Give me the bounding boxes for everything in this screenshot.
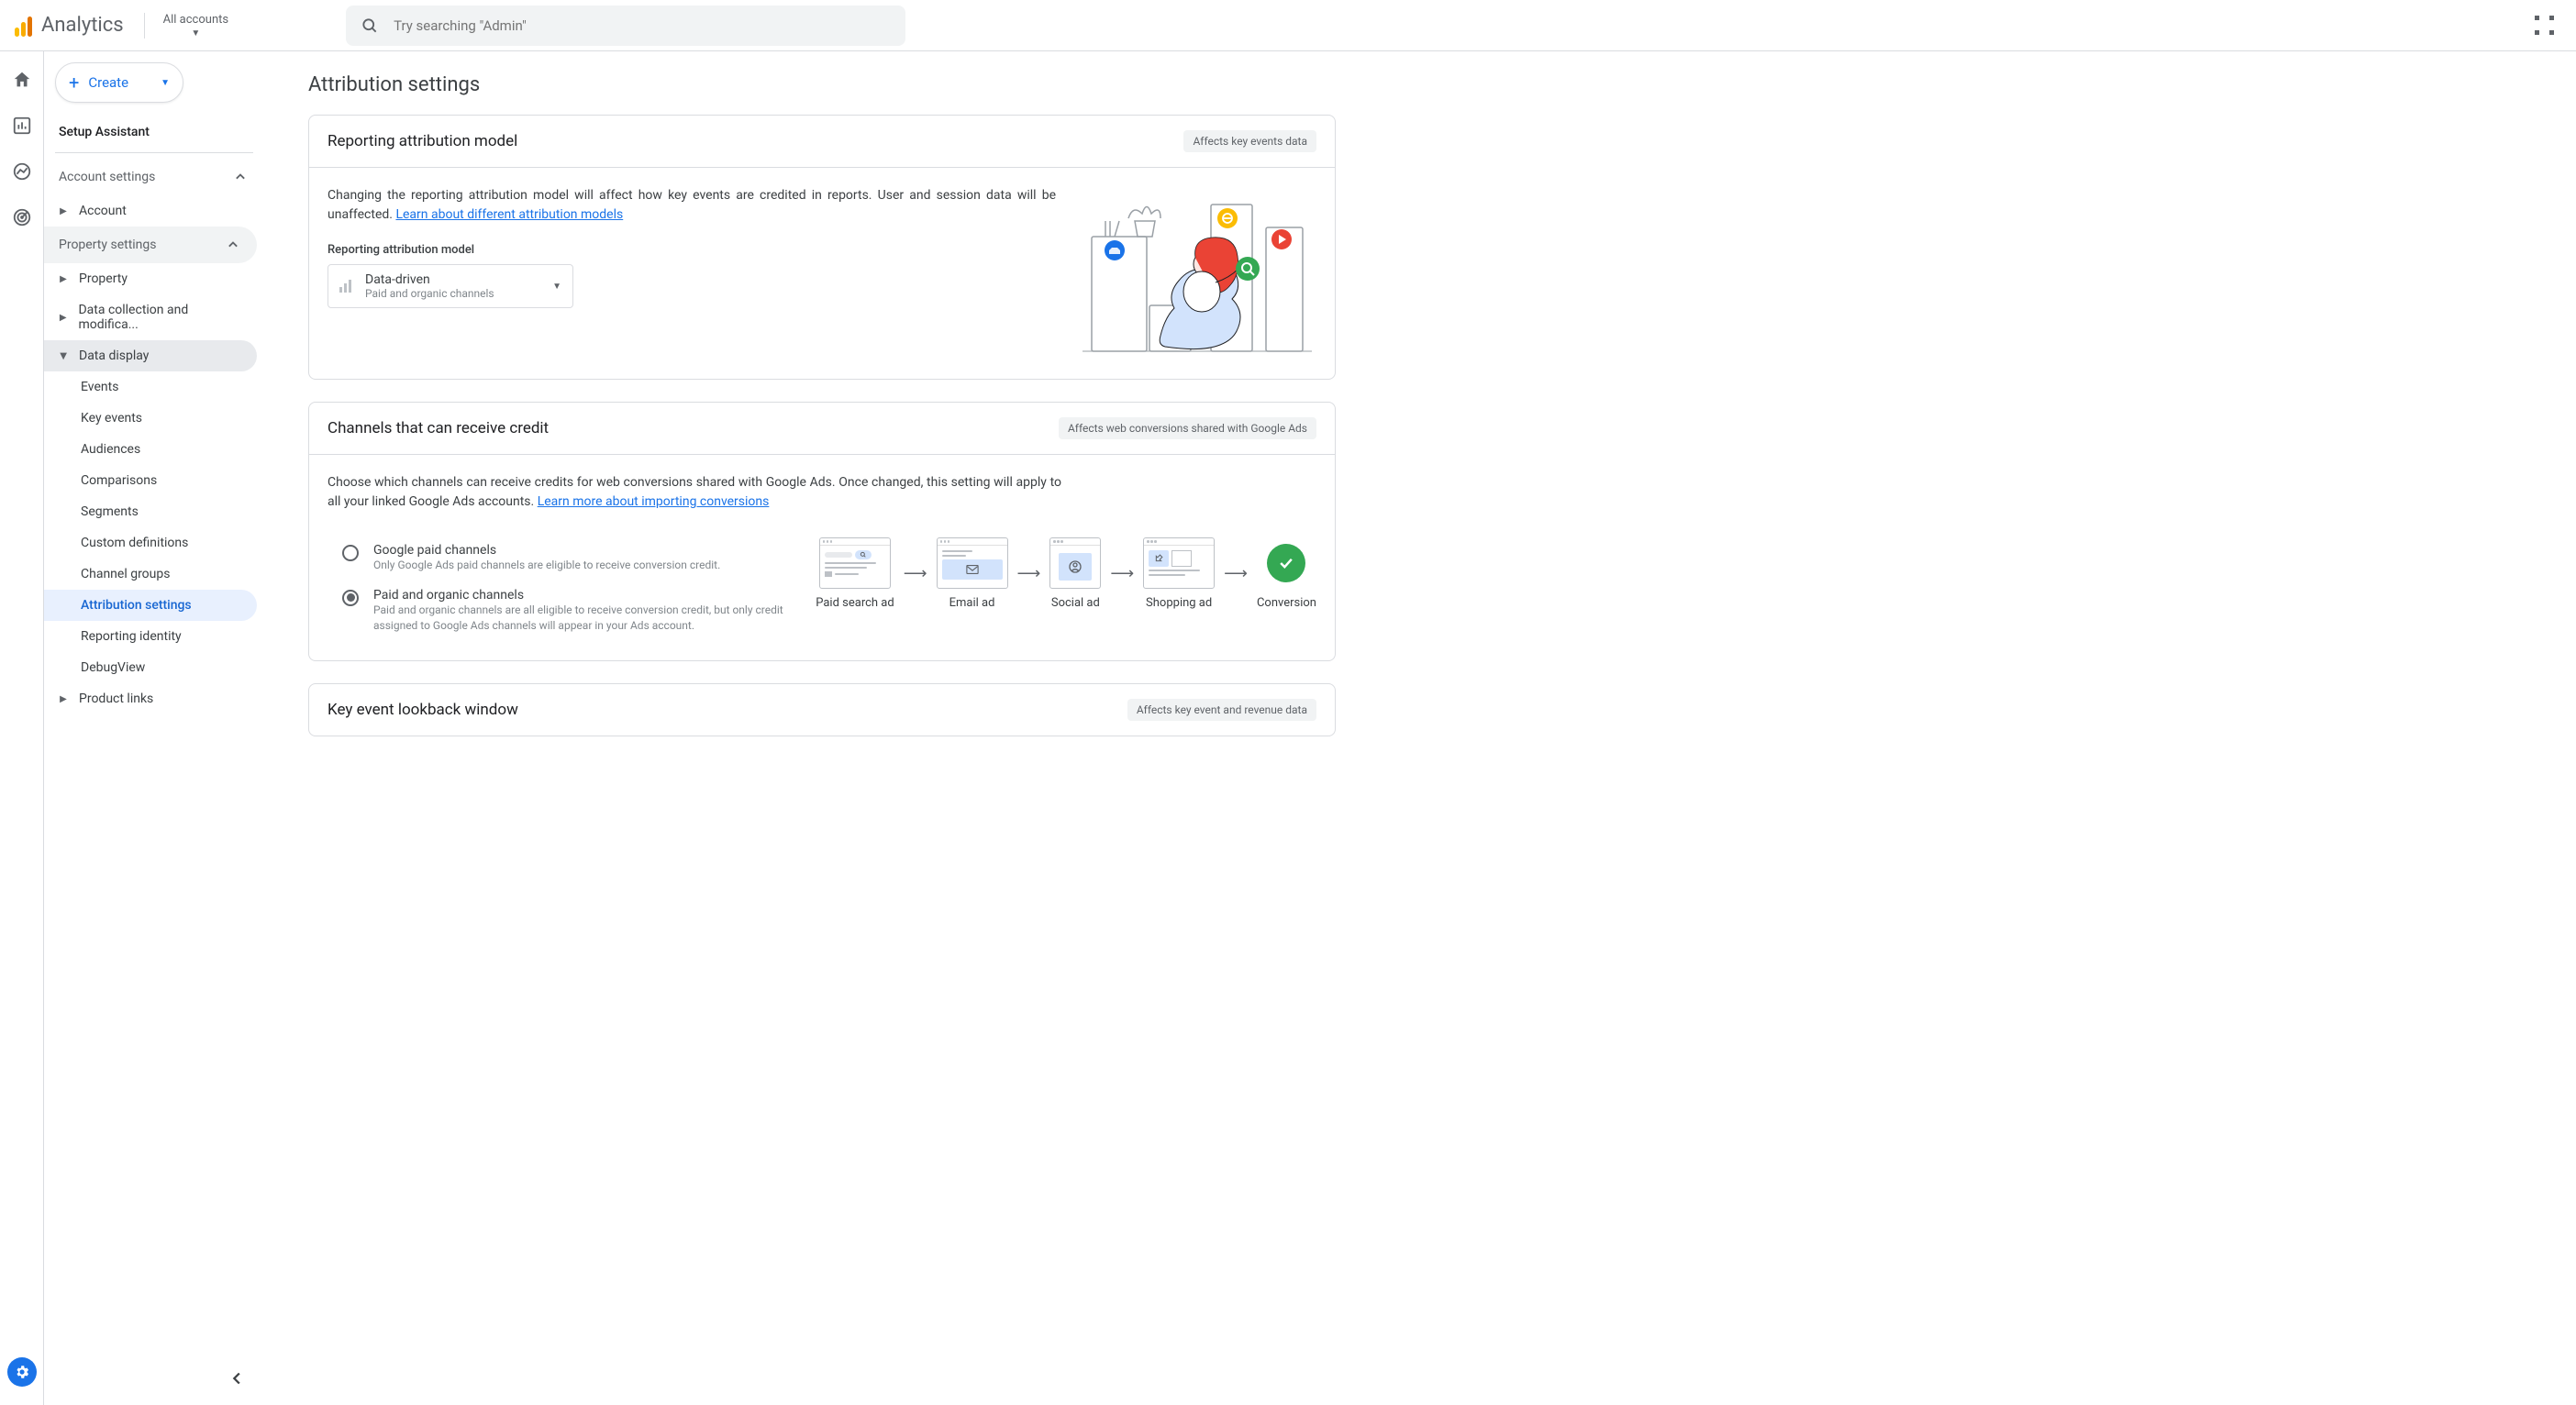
sidebar-section-account-settings[interactable]: Account settings [44,159,264,195]
plus-icon: + [69,72,79,94]
sidebar-item-product-links[interactable]: ▶ Product links [44,683,257,714]
sidebar-sub-comparisons[interactable]: Comparisons [44,465,257,496]
card-channels-credit: Channels that can receive credit Affects… [308,402,1336,661]
card-badge: Affects key event and revenue data [1127,699,1316,721]
gear-icon [14,1364,30,1380]
radio-icon [342,590,359,606]
card-description: Choose which channels can receive credit… [328,473,1061,512]
radio-paid-organic-channels[interactable]: Paid and organic channels Paid and organ… [328,582,788,643]
arrow-right-icon: ⟶ [904,564,927,583]
brand-name: Analytics [41,14,124,37]
bars-icon [339,280,356,293]
app-header: Analytics All accounts ▼ [0,0,2576,51]
flow-label: Conversion [1257,596,1316,610]
search-input[interactable] [394,17,891,34]
sidebar-item-label: Product links [79,691,153,706]
apps-button[interactable] [2527,8,2561,42]
chevron-up-icon [224,236,242,254]
sidebar-sub-debugview[interactable]: DebugView [44,652,257,683]
arrow-right-icon: ⟶ [1110,564,1134,583]
sidebar-item-property[interactable]: ▶ Property [44,263,257,294]
card-key-event-lookback: Key event lookback window Affects key ev… [308,683,1336,736]
arrow-right-icon: ⟶ [1017,564,1041,583]
conversion-flow-diagram: Paid search ad ⟶ Email ad [816,537,1316,610]
card-badge: Affects web conversions shared with Goog… [1059,417,1316,439]
attribution-model-dropdown[interactable]: Data-driven Paid and organic channels ▼ [328,264,573,308]
search-icon [361,17,379,35]
radio-description: Paid and organic channels are all eligib… [373,603,788,634]
icon-rail [0,51,44,1405]
sidebar-sub-custom-definitions[interactable]: Custom definitions [44,527,257,559]
radio-label: Paid and organic channels [373,588,788,603]
caret-right-icon: ▶ [59,206,68,216]
account-selector-label: All accounts [163,13,228,27]
radio-google-paid-channels[interactable]: Google paid channels Only Google Ads pai… [328,537,788,582]
sidebar-item-setup-assistant[interactable]: Setup Assistant [44,117,264,147]
flow-label: Shopping ad [1146,596,1212,610]
caret-down-icon: ▶ [59,351,69,360]
search-box[interactable] [346,6,905,46]
chevron-down-icon: ▼ [191,28,200,39]
flow-label: Paid search ad [816,596,894,610]
section-label: Account settings [59,170,155,184]
flow-label: Social ad [1051,596,1100,610]
card-title: Channels that can receive credit [328,419,549,437]
create-button[interactable]: + Create ▼ [55,62,183,103]
sidebar-item-data-collection[interactable]: ▶ Data collection and modifica... [44,294,257,340]
card-title: Reporting attribution model [328,132,517,150]
sidebar-item-label: Data display [79,348,149,363]
chevron-up-icon [231,168,250,186]
sidebar-sub-attribution-settings[interactable]: Attribution settings [44,590,257,621]
sidebar-sub-audiences[interactable]: Audiences [44,434,257,465]
sidebar-item-label: Account [79,204,127,218]
section-label: Property settings [59,238,157,252]
account-selector[interactable]: All accounts ▼ [144,13,247,39]
sidebar-section-property-settings[interactable]: Property settings [44,227,257,263]
main-content: Attribution settings Reporting attributi… [264,51,2576,1405]
explore-icon[interactable] [12,161,32,182]
page-title: Attribution settings [308,73,2554,96]
arrow-right-icon: ⟶ [1224,564,1248,583]
illustration [1078,186,1316,360]
logo[interactable]: Analytics [15,14,137,37]
admin-sidebar: + Create ▼ Setup Assistant Account setti… [44,51,264,1405]
analytics-logo-icon [15,15,32,37]
sidebar-item-data-display[interactable]: ▶ Data display [44,340,257,371]
sidebar-sub-segments[interactable]: Segments [44,496,257,527]
sidebar-item-account[interactable]: ▶ Account [44,195,257,227]
sidebar-sub-channel-groups[interactable]: Channel groups [44,559,257,590]
apps-icon [2535,16,2554,35]
dropdown-value: Data-driven [365,272,543,287]
dropdown-subvalue: Paid and organic channels [365,287,543,300]
card-description: Changing the reporting attribution model… [328,186,1056,225]
sidebar-item-label: Property [79,271,128,286]
radio-icon [342,545,359,561]
chevron-down-icon: ▼ [552,282,561,292]
collapse-sidebar-button[interactable] [228,1368,248,1388]
sidebar-sub-reporting-identity[interactable]: Reporting identity [44,621,257,652]
caret-right-icon: ▶ [59,274,68,284]
caret-right-icon: ▶ [59,313,67,323]
sidebar-item-label: Data collection and modifica... [78,303,242,332]
advertising-icon[interactable] [12,207,32,227]
sidebar-sub-key-events[interactable]: Key events [44,403,257,434]
admin-gear-button[interactable] [7,1357,37,1387]
flow-label: Email ad [949,596,995,610]
home-icon[interactable] [12,70,32,90]
reports-icon[interactable] [12,116,32,136]
card-title: Key event lookback window [328,701,518,719]
learn-more-link[interactable]: Learn about different attribution models [395,207,623,222]
create-button-label: Create [88,74,128,91]
card-reporting-attribution-model: Reporting attribution model Affects key … [308,115,1336,380]
check-icon [1267,544,1305,582]
learn-more-link[interactable]: Learn more about importing conversions [538,494,770,509]
radio-description: Only Google Ads paid channels are eligib… [373,558,720,573]
sidebar-sub-events[interactable]: Events [44,371,257,403]
radio-label: Google paid channels [373,543,720,558]
field-label: Reporting attribution model [328,243,1056,257]
chevron-left-icon [228,1368,248,1388]
caret-right-icon: ▶ [59,694,68,704]
card-badge: Affects key events data [1183,130,1316,152]
chevron-down-icon: ▼ [161,78,170,88]
